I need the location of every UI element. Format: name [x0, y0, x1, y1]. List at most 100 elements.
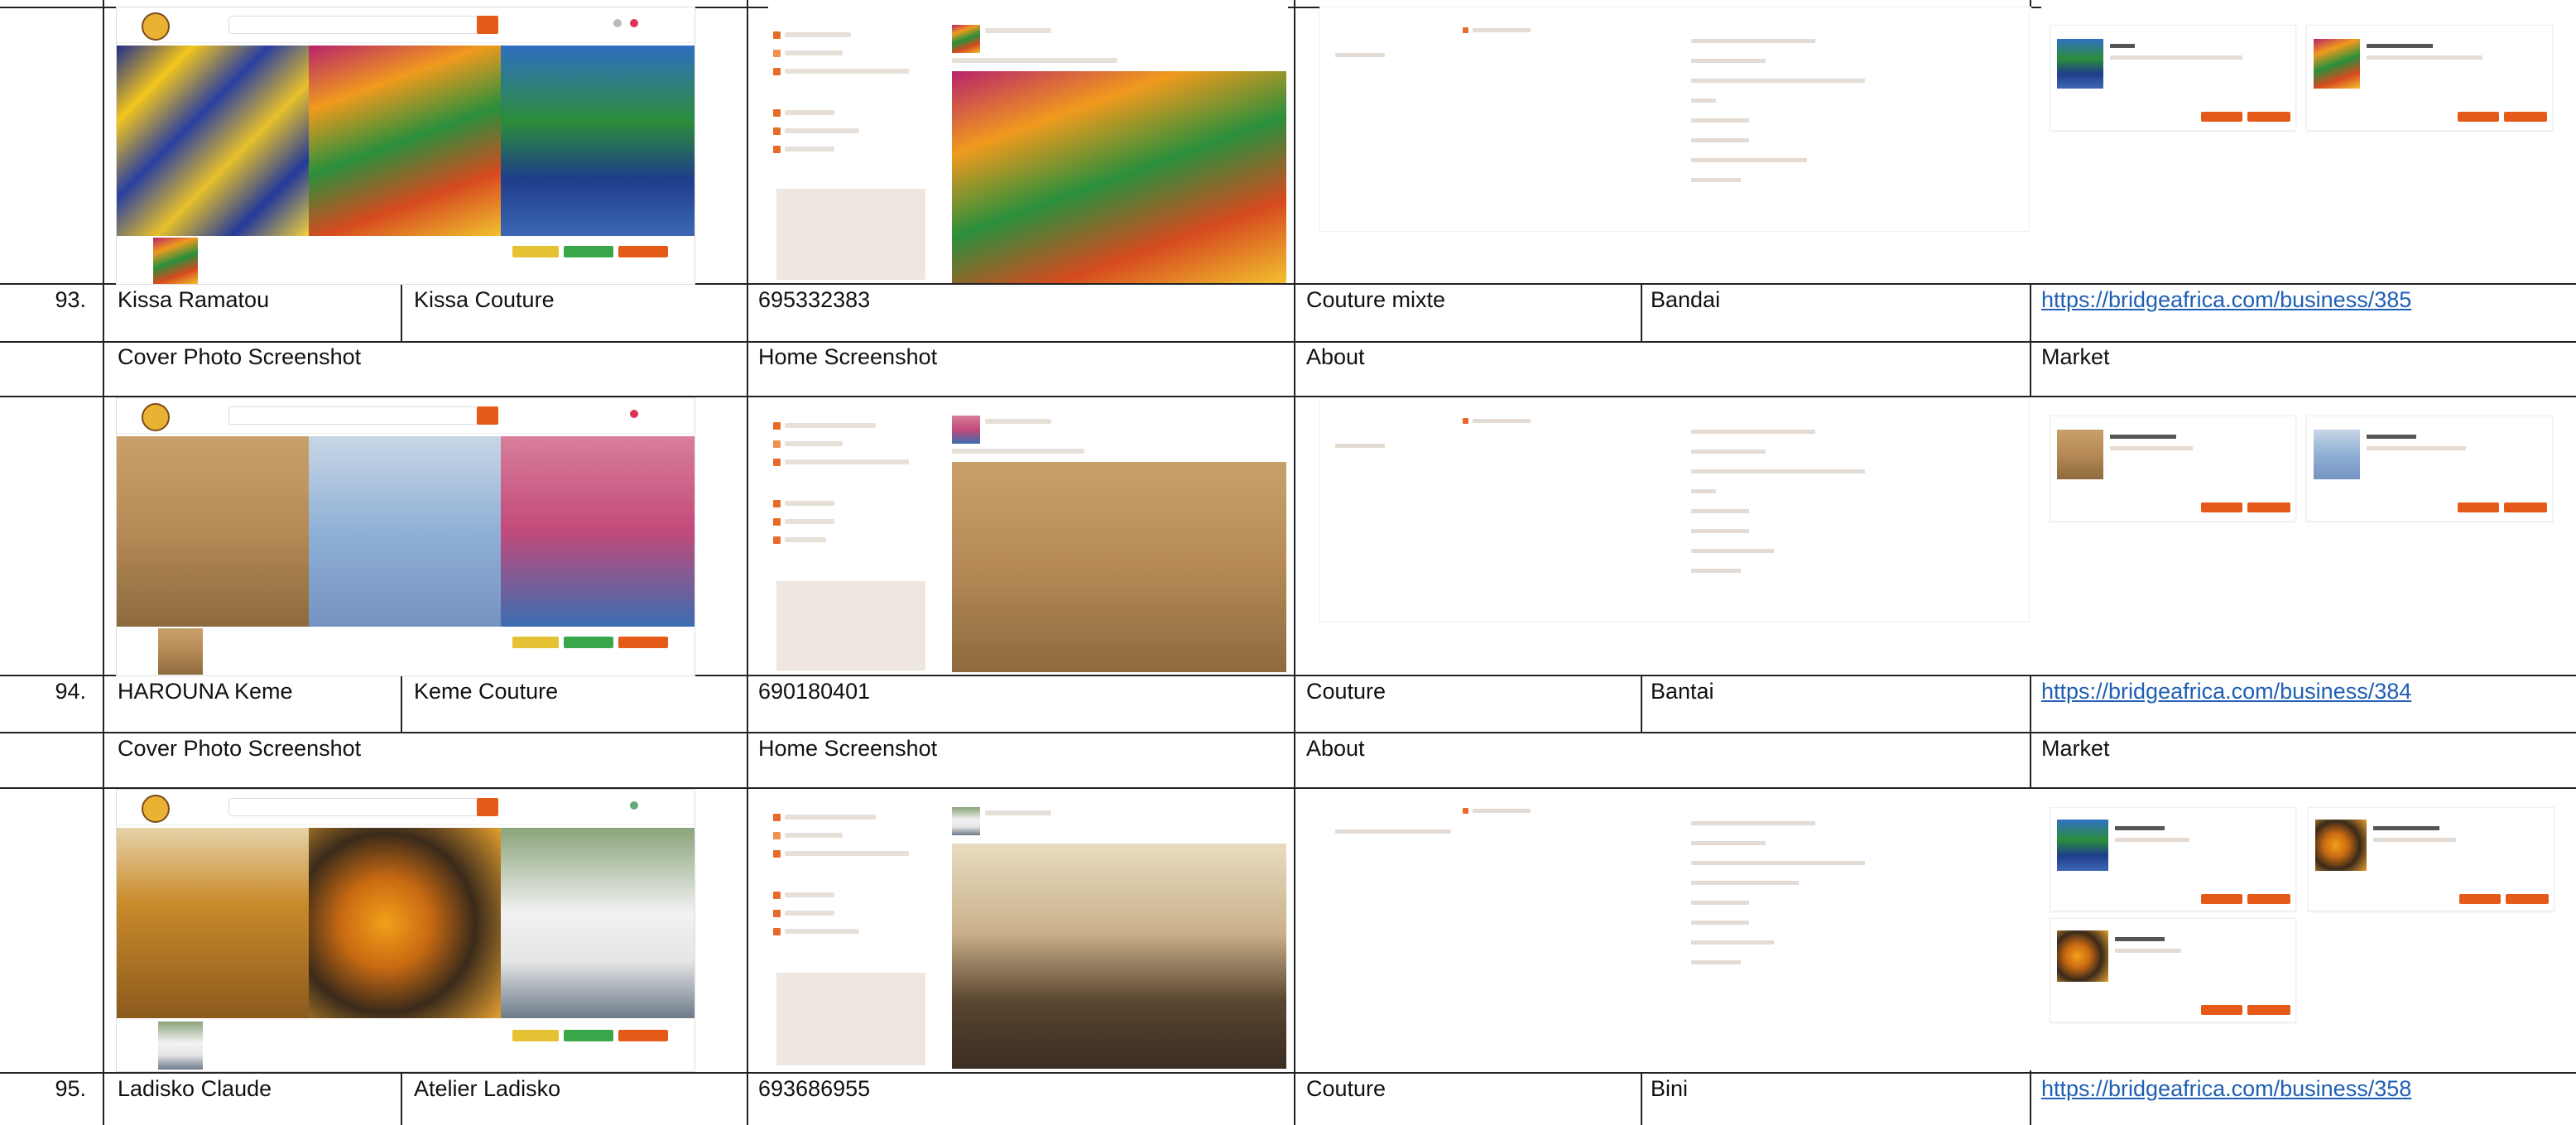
- about-detail-line: [1691, 39, 1815, 43]
- product-image: [2057, 820, 2108, 871]
- owner-name: Ladisko Claude: [118, 1076, 272, 1101]
- buy-button: [2458, 502, 2499, 512]
- post-title-line: [985, 810, 1051, 815]
- cover-photo-label: Cover Photo Screenshot: [118, 736, 362, 761]
- owner-name: Kissa Ramatou: [118, 287, 270, 312]
- business-name: Kissa Couture: [414, 287, 555, 312]
- sidebar-line: [785, 519, 834, 524]
- buy-button: [2201, 502, 2242, 512]
- product-card: [2306, 416, 2553, 522]
- about-card: [1319, 789, 2030, 1006]
- cart-button: [2247, 1005, 2290, 1015]
- location-icon: [773, 459, 781, 466]
- location-icon: [773, 68, 781, 75]
- product-title-line: [2367, 44, 2433, 48]
- flag-icon: [1463, 418, 1468, 424]
- business-name: Atelier Ladisko: [414, 1076, 561, 1101]
- avatar: [613, 19, 622, 27]
- flag-icon: [1463, 27, 1468, 33]
- about-screenshot: [1319, 397, 2031, 675]
- post-title-line: [985, 28, 1051, 33]
- about-detail-line: [1691, 861, 1865, 865]
- site-header: [117, 7, 694, 43]
- post-title-line: [985, 419, 1051, 424]
- cart-button: [2504, 502, 2547, 512]
- product-image: [2315, 820, 2367, 871]
- phone-number: 695332383: [758, 287, 871, 312]
- sidebar-line: [785, 69, 909, 74]
- about-detail-line: [1691, 158, 1807, 162]
- cart-button: [2247, 502, 2290, 512]
- about-detail-line: [1691, 960, 1741, 964]
- product-card: [2050, 807, 2296, 911]
- flag-icon: [773, 422, 781, 430]
- cover-photo: [501, 46, 694, 236]
- search-icon: [477, 406, 498, 425]
- category: Couture: [1306, 1076, 1387, 1101]
- profile-actions: [512, 246, 673, 262]
- location: Bandai: [1651, 287, 1721, 312]
- avatar: [952, 416, 980, 444]
- grid-line: [401, 1072, 402, 1125]
- grid-line: [747, 0, 748, 1125]
- about-title-line: [1473, 419, 1531, 423]
- grid-line: [0, 1072, 2576, 1074]
- phone-icon: [773, 109, 781, 117]
- search-box: [228, 16, 478, 34]
- about-detail-line: [1691, 430, 1815, 434]
- buy-button: [2201, 894, 2242, 904]
- grid-line: [401, 283, 402, 341]
- sidebar-line: [785, 833, 843, 838]
- about-screenshot: [1319, 7, 2031, 283]
- home-screenshot: [768, 397, 1288, 675]
- business-link[interactable]: https://bridgeafrica.com/business/385: [2041, 287, 2411, 312]
- product-title-line: [2115, 826, 2165, 830]
- business-name: Keme Couture: [414, 679, 559, 704]
- about-detail-line: [1691, 59, 1766, 63]
- flag-icon: [773, 814, 781, 821]
- product-image: [2057, 430, 2103, 479]
- about-card: [1319, 397, 2030, 623]
- category: Couture: [1306, 679, 1387, 704]
- post-text-line: [952, 449, 1084, 454]
- sidebar-line: [785, 815, 876, 820]
- product-text-line: [2115, 949, 2181, 953]
- about-detail-line: [1691, 138, 1749, 142]
- post-photo: [952, 462, 1286, 672]
- location-icon: [773, 850, 781, 858]
- grid-line: [0, 732, 2576, 733]
- sidebar-line: [785, 423, 876, 428]
- product-text-line: [2110, 446, 2193, 450]
- clock-icon: [773, 146, 781, 153]
- about-label: About: [1306, 736, 1365, 761]
- map-placeholder: [776, 581, 925, 671]
- grid-line: [401, 675, 402, 732]
- phone-number: 693686955: [758, 1076, 871, 1101]
- avatar: [630, 410, 638, 418]
- buy-button: [2201, 1005, 2242, 1015]
- cover-photo-screenshot: [116, 397, 695, 676]
- buy-button: [2458, 112, 2499, 122]
- about-detail-line: [1691, 901, 1749, 905]
- phone-number: 690180401: [758, 679, 871, 704]
- profile-actions: [512, 1030, 673, 1046]
- about-detail-line: [1691, 469, 1865, 474]
- about-detail-line: [1691, 118, 1749, 123]
- about-detail-line: [1691, 940, 1774, 945]
- cover-photo: [309, 46, 501, 236]
- about-detail-line: [1691, 569, 1741, 573]
- cover-photo-screenshot: [116, 7, 695, 285]
- business-link[interactable]: https://bridgeafrica.com/business/358: [2041, 1076, 2411, 1101]
- market-label: Market: [2041, 736, 2110, 761]
- about-label: About: [1306, 344, 1365, 369]
- sidebar-line: [785, 50, 843, 55]
- market-label: Market: [2041, 344, 2110, 369]
- about-detail-line: [1691, 529, 1749, 533]
- grid-line: [0, 341, 2576, 343]
- home-screenshot: [768, 789, 1288, 1070]
- sidebar-line: [785, 32, 851, 37]
- grid-line: [1641, 283, 1642, 341]
- buy-button: [2201, 112, 2242, 122]
- business-link[interactable]: https://bridgeafrica.com/business/384: [2041, 679, 2411, 704]
- product-image: [2057, 930, 2108, 982]
